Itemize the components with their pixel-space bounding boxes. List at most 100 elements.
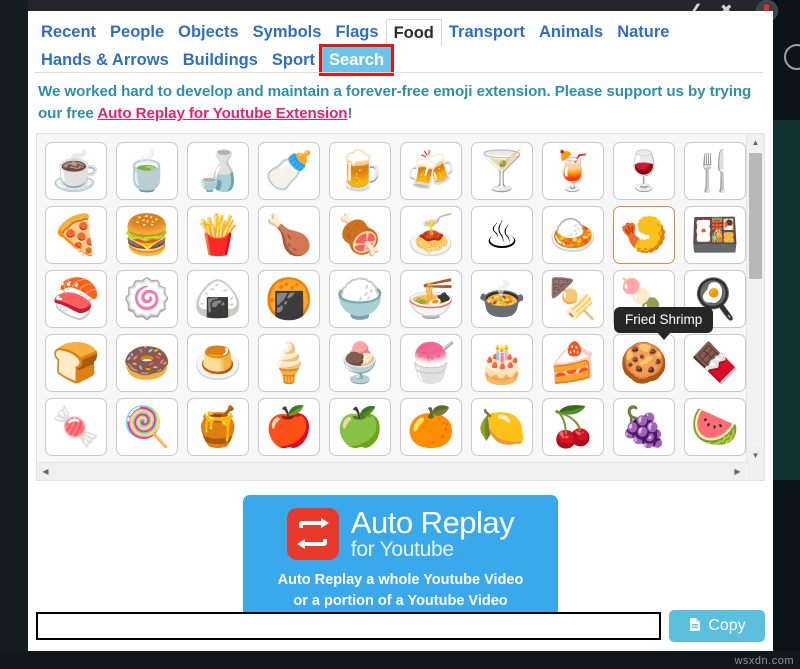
emoji-cell-candy[interactable]: 🍬 <box>45 398 107 456</box>
emoji-cell-dango[interactable]: 🍡 <box>613 270 675 328</box>
emoji-output-input[interactable] <box>36 612 661 640</box>
emoji-cell-meat-on-bone[interactable]: 🍖 <box>329 206 391 264</box>
beer-mug-icon: 🍺 <box>335 149 385 193</box>
hot-springs-icon: ♨ <box>484 213 520 257</box>
emoji-cell-french-fries[interactable]: 🍟 <box>187 206 249 264</box>
browser-left-gutter <box>0 0 28 669</box>
emoji-cell-beer-mug[interactable]: 🍺 <box>329 142 391 200</box>
emoji-cell-doughnut[interactable]: 🍩 <box>116 334 178 392</box>
fried-shrimp-icon: 🍤 <box>619 213 669 257</box>
horizontal-scrollbar[interactable]: ◀ ▶ <box>37 462 746 480</box>
emoji-cell-rice-ball[interactable]: 🍙 <box>187 270 249 328</box>
emoji-cell-red-apple[interactable]: 🍎 <box>258 398 320 456</box>
cocktail-glass-icon: 🍸 <box>477 149 527 193</box>
emoji-cell-cherries[interactable]: 🍒 <box>542 398 604 456</box>
emoji-cell-poultry-leg[interactable]: 🍗 <box>258 206 320 264</box>
category-tab-recent[interactable]: Recent <box>34 19 103 45</box>
scroll-right-button[interactable]: ▶ <box>729 463 746 480</box>
shortcake-icon: 🍰 <box>548 341 598 385</box>
emoji-cell-lemon[interactable]: 🍋 <box>471 398 533 456</box>
tabbar-divider <box>34 72 763 73</box>
category-tab-flags[interactable]: Flags <box>328 19 385 45</box>
emoji-cell-honey-pot[interactable]: 🍯 <box>187 398 249 456</box>
emoji-cell-shortcake[interactable]: 🍰 <box>542 334 604 392</box>
emoji-cell-bread[interactable]: 🍞 <box>45 334 107 392</box>
emoji-cell-shaved-ice[interactable]: 🍧 <box>400 334 462 392</box>
copy-button[interactable]: Copy <box>669 610 765 642</box>
emoji-cell-fork-and-knife[interactable]: 🍴 <box>684 142 746 200</box>
scroll-up-button[interactable]: ▲ <box>747 134 764 151</box>
candy-icon: 🍬 <box>51 405 101 449</box>
banner-header: Auto Replay for Youtube <box>253 507 548 561</box>
emoji-cell-cooking[interactable]: 🍳 <box>684 270 746 328</box>
emoji-cell-hot-beverage[interactable]: ☕ <box>45 142 107 200</box>
category-tab-row-1: Recent People Objects Symbols Flags Food Trans… <box>28 18 773 46</box>
emoji-cell-hot-springs[interactable]: ♨ <box>471 206 533 264</box>
vertical-scrollbar[interactable]: ▲ ▼ <box>746 134 764 464</box>
category-tab-food[interactable]: Food <box>385 18 442 46</box>
custard-icon: 🍮 <box>193 341 243 385</box>
category-tab-transport[interactable]: Transport <box>442 19 532 45</box>
emoji-picker-popup: Recent People Objects Symbols Flags Food Trans… <box>28 11 773 651</box>
category-tab-hands-arrows[interactable]: Hands & Arrows <box>34 47 176 73</box>
emoji-cell-sushi[interactable]: 🍣 <box>45 270 107 328</box>
dango-icon: 🍡 <box>619 277 669 321</box>
emoji-cell-custard[interactable]: 🍮 <box>187 334 249 392</box>
emoji-cell-oden[interactable]: 🍢 <box>542 270 604 328</box>
watermelon-icon: 🍉 <box>690 405 740 449</box>
emoji-cell-fried-shrimp[interactable]: 🍤 <box>613 206 675 264</box>
emoji-cell-tropical-drink[interactable]: 🍹 <box>542 142 604 200</box>
emoji-cell-curry-rice[interactable]: 🍛 <box>542 206 604 264</box>
emoji-cell-pot-of-food[interactable]: 🍲 <box>471 270 533 328</box>
rice-cracker-icon: 🍘 <box>264 277 314 321</box>
emoji-cell-cookie[interactable]: 🍪 <box>613 334 675 392</box>
emoji-cell-watermelon[interactable]: 🍉 <box>684 398 746 456</box>
scrollbar-corner <box>747 463 764 480</box>
emoji-cell-grapes[interactable]: 🍇 <box>613 398 675 456</box>
promo-link[interactable]: Auto Replay for Youtube Extension <box>97 105 347 122</box>
scroll-down-button[interactable]: ▼ <box>747 447 764 464</box>
emoji-cell-teacup-without-handle[interactable]: 🍵 <box>116 142 178 200</box>
category-tab-nature[interactable]: Nature <box>610 19 676 45</box>
emoji-cell-hamburger[interactable]: 🍔 <box>116 206 178 264</box>
emoji-cell-clinking-beer-mugs[interactable]: 🍻 <box>400 142 462 200</box>
watermark: wsxdn.com <box>734 655 794 667</box>
emoji-cell-pizza[interactable]: 🍕 <box>45 206 107 264</box>
category-tab-sport[interactable]: Sport <box>265 47 322 73</box>
emoji-cell-rice-cracker[interactable]: 🍘 <box>258 270 320 328</box>
emoji-cell-fish-cake-with-swirl[interactable]: 🍥 <box>116 270 178 328</box>
emoji-grid-panel: ☕ 🍵 🍶 🍼 🍺 🍻 🍸 🍹 🍷 🍴 🍕 🍔 🍟 🍗 🍖 🍝 ♨ 🍛 🍤 🍱 🍣 🍥 🍙 🍘 🍚 🍜 🍲 🍢 🍡 🍳 🍞 🍩 🍮 🍦 🍨 🍧 🎂 🍰 🍪 🍫… <box>36 133 765 481</box>
emoji-cell-steaming-bowl[interactable]: 🍜 <box>400 270 462 328</box>
category-tab-people[interactable]: People <box>103 19 171 45</box>
category-tab-search[interactable]: Search <box>319 44 395 76</box>
emoji-cell-soft-ice-cream[interactable]: 🍦 <box>258 334 320 392</box>
rice-ball-icon: 🍙 <box>193 277 243 321</box>
category-tabbar: Recent People Objects Symbols Flags Food Trans… <box>28 11 773 76</box>
soft-ice-cream-icon: 🍦 <box>264 341 314 385</box>
emoji-cell-cooked-rice[interactable]: 🍚 <box>329 270 391 328</box>
emoji-cell-cocktail-glass[interactable]: 🍸 <box>471 142 533 200</box>
emoji-cell-birthday-cake[interactable]: 🎂 <box>471 334 533 392</box>
category-tab-buildings[interactable]: Buildings <box>176 47 265 73</box>
category-tab-objects[interactable]: Objects <box>171 19 246 45</box>
vertical-scrollbar-thumb[interactable] <box>749 153 762 279</box>
emoji-cell-tangerine[interactable]: 🍊 <box>400 398 462 456</box>
cherries-icon: 🍒 <box>548 405 598 449</box>
banner-description-line-1: Auto Replay a whole Youtube Video <box>277 572 524 588</box>
scroll-left-button[interactable]: ◀ <box>37 463 54 480</box>
category-tab-symbols[interactable]: Symbols <box>246 19 329 45</box>
emoji-cell-ice-cream[interactable]: 🍨 <box>329 334 391 392</box>
emoji-cell-bento-box[interactable]: 🍱 <box>684 206 746 264</box>
fork-and-knife-icon: 🍴 <box>690 149 740 193</box>
emoji-cell-baby-bottle[interactable]: 🍼 <box>258 142 320 200</box>
doughnut-icon: 🍩 <box>122 341 172 385</box>
emoji-cell-lollipop[interactable]: 🍭 <box>116 398 178 456</box>
emoji-cell-chocolate-bar[interactable]: 🍫 <box>684 334 746 392</box>
category-tab-animals[interactable]: Animals <box>532 19 610 45</box>
emoji-cell-wine-glass[interactable]: 🍷 <box>613 142 675 200</box>
emoji-cell-spaghetti[interactable]: 🍝 <box>400 206 462 264</box>
curry-rice-icon: 🍛 <box>548 213 598 257</box>
emoji-cell-sake[interactable]: 🍶 <box>187 142 249 200</box>
pizza-icon: 🍕 <box>51 213 101 257</box>
emoji-cell-green-apple[interactable]: 🍏 <box>329 398 391 456</box>
